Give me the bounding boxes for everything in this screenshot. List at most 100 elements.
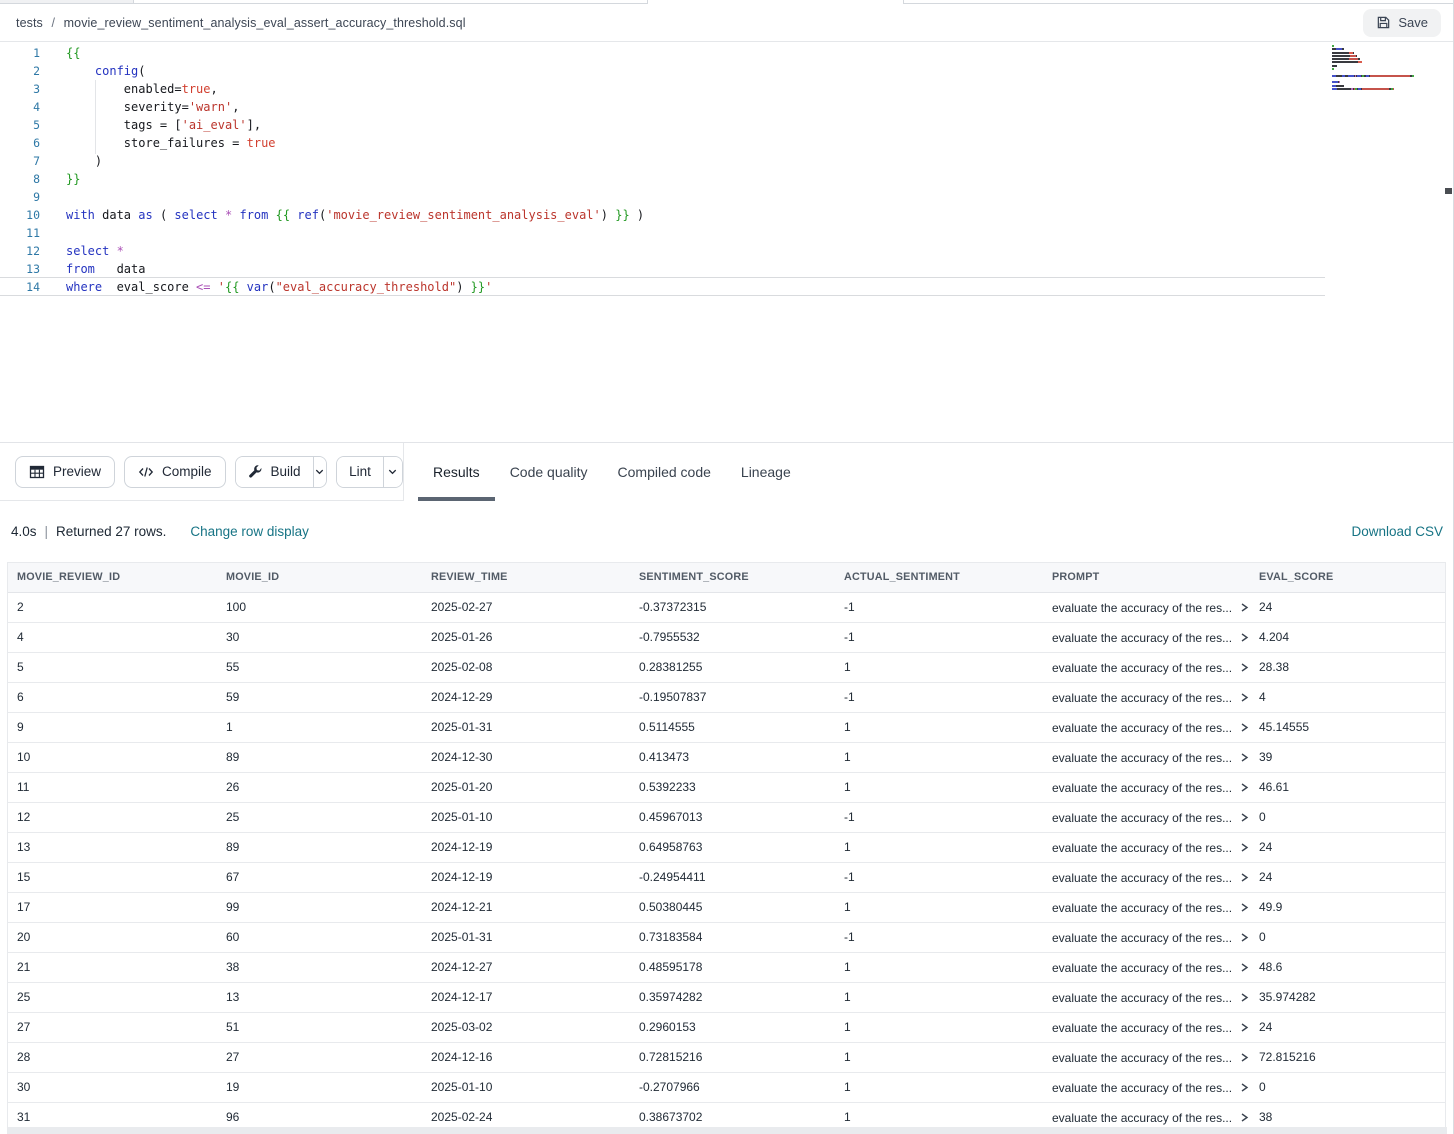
prompt-expand-chevron-right-icon[interactable] [1239,842,1249,853]
cell-movie-review-id: 4 [8,622,217,652]
cell-prompt: evaluate the accuracy of the res... [1043,712,1250,742]
code-line[interactable]: 6 store_failures = true [0,134,1325,152]
cell-prompt: evaluate the accuracy of the res... [1043,1042,1250,1072]
code-line[interactable]: 11 [0,224,1325,242]
prompt-expand-chevron-right-icon[interactable] [1239,602,1249,613]
save-button-label: Save [1398,15,1428,30]
minimap-line [1332,52,1414,54]
table-row: 11262025-01-200.53922331evaluate the acc… [8,772,1445,802]
prompt-expand-chevron-right-icon[interactable] [1239,1022,1249,1033]
minimap-line [1332,58,1414,60]
cell-actual-sentiment: 1 [835,1012,1043,1042]
prompt-expand-chevron-right-icon[interactable] [1239,812,1249,823]
change-row-display-link[interactable]: Change row display [190,524,309,539]
prompt-expand-chevron-right-icon[interactable] [1239,872,1249,883]
build-button[interactable]: Build [236,457,313,487]
tab-results[interactable]: Results [418,443,495,501]
prompt-preview-text: evaluate the accuracy of the res... [1052,780,1232,794]
save-button[interactable]: Save [1363,9,1441,37]
cell-review-time: 2024-12-19 [422,862,630,892]
prompt-expand-chevron-right-icon[interactable] [1239,1082,1249,1093]
cell-eval-score: 45.14555 [1250,712,1445,742]
horizontal-scrollbar[interactable] [8,1127,1447,1134]
prompt-expand-chevron-right-icon[interactable] [1239,902,1249,913]
table-row: 13892024-12-190.649587631evaluate the ac… [8,832,1445,862]
compile-button[interactable]: Compile [124,456,226,488]
cell-sentiment-score: 0.5392233 [630,772,835,802]
line-number: 14 [0,278,40,295]
prompt-expand-chevron-right-icon[interactable] [1239,1112,1249,1123]
lint-dropdown-button[interactable] [383,457,402,487]
lint-button[interactable]: Lint [337,457,383,487]
prompt-expand-chevron-right-icon[interactable] [1239,962,1249,973]
code-line[interactable]: 13from data [0,260,1325,278]
prompt-preview-text: evaluate the accuracy of the res... [1052,1110,1232,1124]
table-row: 17992024-12-210.503804451evaluate the ac… [8,892,1445,922]
cell-eval-score: 39 [1250,742,1445,772]
code-line[interactable]: 10with data as ( select * from {{ ref('m… [0,206,1325,224]
code-line[interactable]: 8}} [0,170,1325,188]
prompt-expand-chevron-right-icon[interactable] [1239,752,1249,763]
code-lines[interactable]: 1{{2 config(3 enabled=true,4 severity='w… [0,44,1325,296]
cell-movie-review-id: 15 [8,862,217,892]
cell-movie-review-id: 12 [8,802,217,832]
cell-prompt: evaluate the accuracy of the res... [1043,862,1250,892]
results-table-container: MOVIE_REVIEW_IDMOVIE_IDREVIEW_TIMESENTIM… [7,562,1446,1134]
cell-review-time: 2024-12-16 [422,1042,630,1072]
cell-movie-review-id: 9 [8,712,217,742]
cell-eval-score: 46.61 [1250,772,1445,802]
prompt-preview-text: evaluate the accuracy of the res... [1052,990,1232,1004]
cell-actual-sentiment: 1 [835,712,1043,742]
cell-prompt: evaluate the accuracy of the res... [1043,922,1250,952]
minimap[interactable] [1332,45,1414,91]
table-row: 21382024-12-270.485951781evaluate the ac… [8,952,1445,982]
cell-review-time: 2025-01-31 [422,922,630,952]
cell-review-time: 2025-03-02 [422,1012,630,1042]
code-line[interactable]: 7 ) [0,152,1325,170]
code-text: store_failures = true [40,134,276,152]
editor-tab-strip[interactable] [0,0,1453,4]
line-number: 9 [0,188,40,206]
prompt-preview-text: evaluate the accuracy of the res... [1052,750,1232,764]
column-header-eval-score: EVAL_SCORE [1250,563,1445,592]
cell-actual-sentiment: -1 [835,802,1043,832]
cell-review-time: 2024-12-21 [422,892,630,922]
code-editor[interactable]: 1{{2 config(3 enabled=true,4 severity='w… [0,42,1453,443]
prompt-expand-chevron-right-icon[interactable] [1239,632,1249,643]
prompt-expand-chevron-right-icon[interactable] [1239,692,1249,703]
code-line[interactable]: 4 severity='warn', [0,98,1325,116]
line-number: 4 [0,98,40,116]
tab-lineage[interactable]: Lineage [726,443,806,501]
code-line[interactable]: 5 tags = ['ai_eval'], [0,116,1325,134]
preview-button[interactable]: Preview [15,456,115,488]
cell-prompt: evaluate the accuracy of the res... [1043,982,1250,1012]
table-icon [29,464,45,480]
column-header-movie-id: MOVIE_ID [217,563,422,592]
prompt-expand-chevron-right-icon[interactable] [1239,722,1249,733]
cell-review-time: 2025-01-26 [422,622,630,652]
cell-movie-id: 55 [217,652,422,682]
code-line-current[interactable]: 14where eval_score <= '{{ var("eval_accu… [0,277,1325,296]
download-csv-link[interactable]: Download CSV [1351,524,1443,539]
cell-actual-sentiment: -1 [835,682,1043,712]
build-dropdown-button[interactable] [313,457,327,487]
tab-compiled-code[interactable]: Compiled code [603,443,726,501]
prompt-expand-chevron-right-icon[interactable] [1239,932,1249,943]
prompt-expand-chevron-right-icon[interactable] [1239,992,1249,1003]
code-line[interactable]: 2 config( [0,62,1325,80]
code-text [40,188,66,206]
prompt-expand-chevron-right-icon[interactable] [1239,662,1249,673]
code-line[interactable]: 12select * [0,242,1325,260]
code-line[interactable]: 1{{ [0,44,1325,62]
cell-review-time: 2024-12-29 [422,682,630,712]
cell-actual-sentiment: -1 [835,592,1043,622]
code-line[interactable]: 9 [0,188,1325,206]
breadcrumb-separator: / [51,16,55,30]
prompt-preview-text: evaluate the accuracy of the res... [1052,660,1232,674]
prompt-expand-chevron-right-icon[interactable] [1239,782,1249,793]
cell-review-time: 2024-12-27 [422,952,630,982]
table-row: 912025-01-310.51145551evaluate the accur… [8,712,1445,742]
tab-code-quality[interactable]: Code quality [495,443,603,501]
prompt-expand-chevron-right-icon[interactable] [1239,1052,1249,1063]
code-line[interactable]: 3 enabled=true, [0,80,1325,98]
